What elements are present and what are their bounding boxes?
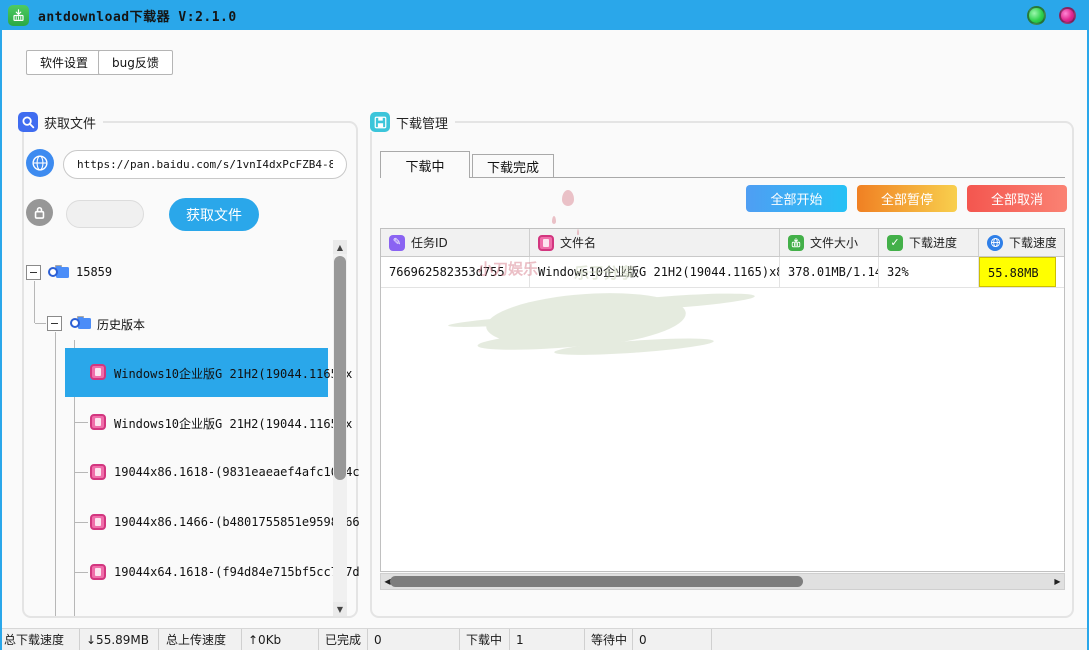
tab-completed[interactable]: 下载完成 <box>472 154 554 178</box>
file-icon <box>90 414 106 430</box>
tree-node-root[interactable]: 15859 <box>76 265 112 279</box>
status-bar-spacer <box>712 629 1089 650</box>
status-total-upload-speed-value: ↑0Kb <box>242 629 319 650</box>
folder-search-icon <box>48 264 69 279</box>
status-waiting-label: 等待中 <box>585 629 633 650</box>
column-label: 下载速度 <box>1009 234 1056 251</box>
edit-icon: ✎ <box>389 235 405 251</box>
tree-node-file-selected[interactable]: Windows10企业版G 21H2(19044.1165)x <box>114 365 352 382</box>
column-header-file-size[interactable]: 文件大小 <box>780 229 879 256</box>
tree-connector-line <box>34 281 35 323</box>
folder-search-icon <box>70 315 91 330</box>
status-completed-label: 已完成 <box>319 629 368 650</box>
status-bar: 总下载速度 ↓55.89MB 总上传速度 ↑0Kb 已完成 0 下载中 1 等待… <box>0 628 1089 650</box>
cell-speed: 55.88MB <box>979 257 1056 287</box>
column-header-progress[interactable]: ✓ 下载进度 <box>879 229 979 256</box>
table-hscrollbar[interactable]: ◀ ▶ <box>380 573 1065 590</box>
cell-file-name: Windows10企业版G 21H2(19044.1165)x86.W <box>530 257 780 287</box>
lock-icon <box>26 199 53 226</box>
column-label: 文件名 <box>560 234 596 251</box>
collapse-icon[interactable] <box>26 265 41 280</box>
scroll-down-icon[interactable]: ▼ <box>333 602 347 616</box>
scroll-up-icon[interactable]: ▲ <box>333 240 347 254</box>
status-total-upload-speed-label: 总上传速度 <box>159 629 242 650</box>
tab-strip-divider <box>380 177 1065 178</box>
download-table: ✎ 任务ID 文件名 文件大小 ✓ 下载进度 <box>380 228 1065 572</box>
column-label: 下载进度 <box>909 234 957 251</box>
status-waiting-value: 0 <box>633 629 712 650</box>
tree-node-file[interactable]: 19044x86.1466-(b4801755851e9598166 <box>114 515 360 529</box>
download-manager-legend-label: 下载管理 <box>396 113 448 132</box>
column-label: 文件大小 <box>810 234 858 251</box>
tree-scrollbar[interactable]: ▲ ▼ <box>333 240 347 616</box>
tree-node-file[interactable]: Windows10企业版G 21H2(19044.1165)x <box>114 415 352 432</box>
tree-scrollbar-thumb[interactable] <box>334 256 346 480</box>
start-all-button[interactable]: 全部开始 <box>746 185 847 212</box>
status-downloading-value: 1 <box>510 629 585 650</box>
globe-icon <box>987 235 1003 251</box>
app-logo-icon <box>8 5 29 26</box>
collapse-icon[interactable] <box>47 316 62 331</box>
globe-icon <box>26 149 54 177</box>
tree-node-file[interactable]: 19044x86.1618-(9831eaeaef4afc1004c <box>114 465 360 479</box>
download-manager-legend: 下载管理 <box>368 112 455 132</box>
get-file-legend: 获取文件 <box>16 112 103 132</box>
file-icon <box>90 364 106 380</box>
file-icon <box>538 235 554 251</box>
tree-connector-line <box>75 422 88 423</box>
column-header-speed[interactable]: 下载速度 <box>979 229 1056 256</box>
pause-all-button[interactable]: 全部暂停 <box>857 185 957 212</box>
code-input[interactable] <box>66 200 144 228</box>
cell-progress: 32% <box>879 257 979 287</box>
url-input[interactable] <box>63 150 347 179</box>
cell-file-size: 378.01MB/1.14 <box>780 257 879 287</box>
tree-connector-line <box>55 332 56 616</box>
tree-connector-line <box>75 472 88 473</box>
column-label: 任务ID <box>411 234 448 251</box>
status-downloading-label: 下载中 <box>460 629 510 650</box>
check-icon: ✓ <box>887 235 903 251</box>
status-completed-value: 0 <box>368 629 460 650</box>
cell-task-id: 766962582353d755 <box>381 257 530 287</box>
file-icon <box>90 564 106 580</box>
tree-connector-line <box>35 323 46 324</box>
column-header-file-name[interactable]: 文件名 <box>530 229 780 256</box>
cancel-all-button[interactable]: 全部取消 <box>967 185 1067 212</box>
window-title: antdownload下载器 V:2.1.0 <box>38 6 237 25</box>
minimize-button[interactable] <box>1027 6 1046 25</box>
disk-green-icon <box>788 235 804 251</box>
fetch-file-button[interactable]: 获取文件 <box>169 198 259 231</box>
disk-icon <box>370 112 390 132</box>
table-header-row: ✎ 任务ID 文件名 文件大小 ✓ 下载进度 <box>381 229 1064 257</box>
file-icon <box>90 464 106 480</box>
tab-downloading[interactable]: 下载中 <box>380 151 470 178</box>
tree-connector-line <box>75 522 88 523</box>
tree-connector-line <box>75 572 88 573</box>
table-hscrollbar-thumb[interactable] <box>390 576 803 587</box>
search-icon <box>18 112 38 132</box>
close-button[interactable] <box>1059 7 1076 24</box>
bug-feedback-button[interactable]: bug反馈 <box>98 50 173 75</box>
get-file-legend-label: 获取文件 <box>44 113 96 132</box>
tree-node-folder[interactable]: 历史版本 <box>97 316 145 333</box>
table-row[interactable]: 766962582353d755 Windows10企业版G 21H2(1904… <box>381 257 1064 288</box>
status-total-download-speed-label: 总下载速度 <box>0 629 80 650</box>
column-header-task-id[interactable]: ✎ 任务ID <box>381 229 530 256</box>
settings-button[interactable]: 软件设置 <box>26 50 102 75</box>
title-bar[interactable]: antdownload下载器 V:2.1.0 <box>0 0 1089 30</box>
app-window: antdownload下载器 V:2.1.0 软件设置 bug反馈 获取文件 获… <box>0 0 1089 650</box>
status-total-download-speed-value: ↓55.89MB <box>80 629 159 650</box>
tree-node-file[interactable]: 19044x64.1618-(f94d84e715bf5cc707d <box>114 565 360 579</box>
scroll-right-icon[interactable]: ▶ <box>1051 574 1064 589</box>
file-icon <box>90 514 106 530</box>
